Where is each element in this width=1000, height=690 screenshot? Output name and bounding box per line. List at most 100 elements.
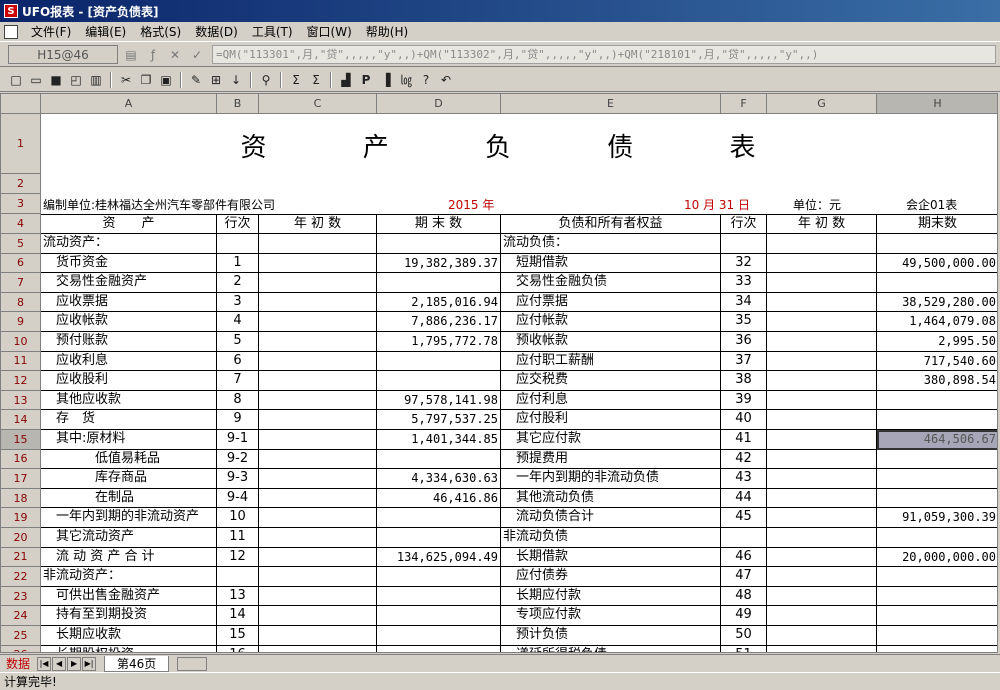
menu-tools[interactable]: 工具(T) bbox=[245, 23, 300, 40]
row-header[interactable]: 11 bbox=[1, 351, 41, 372]
table-cell[interactable]: 长期应收款 bbox=[41, 626, 217, 646]
table-cell[interactable] bbox=[377, 273, 501, 293]
table-cell[interactable]: 43 bbox=[721, 469, 767, 489]
table-cell[interactable]: 11 bbox=[217, 528, 259, 548]
table-cell[interactable]: 其中:原材料 bbox=[41, 430, 217, 450]
table-cell[interactable]: 1 bbox=[217, 253, 259, 274]
table-cell[interactable]: 流 动 资 产 合 计 bbox=[41, 547, 217, 568]
table-cell[interactable] bbox=[877, 567, 997, 587]
table-cell[interactable]: 4 bbox=[217, 312, 259, 332]
table-cell[interactable]: 9-3 bbox=[217, 469, 259, 489]
row-header[interactable]: 23 bbox=[1, 586, 41, 607]
table-cell[interactable]: 非流动负债 bbox=[501, 528, 721, 548]
table-header-cell[interactable]: 资 产 bbox=[41, 214, 217, 234]
row-header[interactable]: 18 bbox=[1, 488, 41, 509]
table-cell[interactable] bbox=[259, 626, 377, 646]
menu-format[interactable]: 格式(S) bbox=[133, 23, 188, 40]
insert-icon[interactable]: ⊞ bbox=[206, 71, 226, 89]
menu-edit[interactable]: 编辑(E) bbox=[78, 23, 133, 40]
table-cell[interactable] bbox=[377, 528, 501, 548]
table-cell[interactable]: 42 bbox=[721, 449, 767, 470]
table-cell[interactable] bbox=[767, 312, 877, 332]
log-icon[interactable]: ㏒ bbox=[396, 71, 416, 89]
formula-input[interactable]: =QM("113301",月,"贷",,,,,"y",,)+QM("113302… bbox=[212, 45, 996, 64]
menu-help[interactable]: 帮助(H) bbox=[359, 23, 415, 40]
open-folder-icon[interactable]: ▭ bbox=[26, 71, 46, 89]
row-header[interactable]: 4 bbox=[1, 214, 41, 234]
table-cell[interactable]: 44 bbox=[721, 488, 767, 509]
table-cell[interactable] bbox=[767, 469, 877, 489]
row-header[interactable]: 15 bbox=[1, 430, 41, 450]
table-cell[interactable]: 38,529,280.00 bbox=[877, 293, 997, 313]
table-cell[interactable]: 应付股利 bbox=[501, 410, 721, 430]
table-cell[interactable] bbox=[259, 273, 377, 293]
table-cell[interactable] bbox=[767, 273, 877, 293]
table-cell[interactable]: 91,059,300.39 bbox=[877, 508, 997, 528]
row-header[interactable]: 10 bbox=[1, 332, 41, 352]
table-cell[interactable]: 可供出售金融资产 bbox=[41, 586, 217, 607]
table-cell[interactable] bbox=[877, 410, 997, 430]
table-cell[interactable]: 9-2 bbox=[217, 449, 259, 470]
table-cell[interactable] bbox=[377, 351, 501, 372]
table-cell[interactable] bbox=[877, 626, 997, 646]
table-cell[interactable]: 其它应付款 bbox=[501, 430, 721, 450]
table-cell[interactable]: 41 bbox=[721, 430, 767, 450]
table-cell[interactable] bbox=[259, 508, 377, 528]
row-header[interactable]: 20 bbox=[1, 528, 41, 548]
table-cell[interactable] bbox=[877, 234, 997, 254]
bold-p-icon[interactable]: P bbox=[356, 71, 376, 89]
table-cell[interactable]: 应收票据 bbox=[41, 292, 217, 313]
table-header-cell[interactable]: 期 末 数 bbox=[377, 214, 501, 234]
table-cell[interactable]: 380,898.54 bbox=[877, 371, 997, 391]
prev-sheet-button[interactable]: ◀ bbox=[52, 656, 67, 671]
row-header[interactable]: 5 bbox=[1, 234, 41, 254]
table-cell[interactable] bbox=[767, 410, 877, 430]
table-cell[interactable]: 应付债券 bbox=[501, 567, 721, 587]
table-cell[interactable]: 预付账款 bbox=[41, 332, 217, 352]
table-header-cell[interactable]: 年 初 数 bbox=[767, 214, 877, 234]
table-cell[interactable]: 低值易耗品 bbox=[41, 449, 217, 470]
table-cell[interactable] bbox=[767, 508, 877, 528]
find-icon[interactable]: ⚲ bbox=[256, 71, 276, 89]
select-all-corner[interactable] bbox=[1, 94, 41, 114]
table-cell[interactable]: 6 bbox=[217, 351, 259, 372]
next-sheet-button[interactable]: ▶ bbox=[67, 656, 82, 671]
table-cell[interactable]: 预收帐款 bbox=[501, 332, 721, 352]
row-header[interactable]: 12 bbox=[1, 371, 41, 391]
table-cell[interactable]: 4,334,630.63 bbox=[377, 469, 501, 489]
table-cell[interactable] bbox=[767, 332, 877, 352]
table-cell[interactable] bbox=[767, 390, 877, 411]
fx-icon[interactable]: ƒ bbox=[144, 46, 162, 64]
table-cell[interactable]: 9-4 bbox=[217, 488, 259, 509]
column-header-h[interactable]: H bbox=[877, 94, 997, 114]
table-cell[interactable]: 一年内到期的非流动资产 bbox=[41, 508, 217, 528]
table-cell[interactable] bbox=[877, 489, 997, 509]
table-cell[interactable] bbox=[259, 351, 377, 372]
table-cell[interactable] bbox=[877, 391, 997, 411]
table-cell[interactable] bbox=[377, 567, 501, 587]
table-cell[interactable] bbox=[877, 587, 997, 607]
format-painter-icon[interactable]: ✎ bbox=[186, 71, 206, 89]
table-cell[interactable] bbox=[259, 371, 377, 391]
table-cell[interactable]: 16 bbox=[217, 645, 259, 652]
table-cell[interactable] bbox=[377, 626, 501, 646]
table-header-cell[interactable]: 年 初 数 bbox=[259, 214, 377, 234]
table-cell[interactable]: 应付票据 bbox=[501, 292, 721, 313]
horizontal-scrollbar[interactable] bbox=[177, 656, 208, 671]
table-cell[interactable]: 一年内到期的非流动负债 bbox=[501, 469, 721, 489]
last-sheet-button[interactable]: ▶| bbox=[82, 656, 97, 671]
column-header-e[interactable]: E bbox=[501, 94, 721, 114]
table-cell[interactable] bbox=[767, 547, 877, 568]
table-cell[interactable]: 其它流动资产 bbox=[41, 528, 217, 548]
cut-icon[interactable]: ✂ bbox=[116, 71, 136, 89]
table-cell[interactable]: 2,185,016.94 bbox=[377, 292, 501, 313]
table-cell[interactable] bbox=[877, 606, 997, 626]
table-cell[interactable]: 流动资产： bbox=[41, 234, 217, 254]
paste-icon[interactable]: ▣ bbox=[156, 71, 176, 89]
table-cell[interactable]: 45 bbox=[721, 508, 767, 528]
table-cell[interactable]: 7 bbox=[217, 371, 259, 391]
table-cell[interactable]: 应收股利 bbox=[41, 371, 217, 391]
table-cell[interactable]: 49 bbox=[721, 606, 767, 626]
table-cell[interactable] bbox=[767, 253, 877, 274]
table-cell[interactable]: 15 bbox=[217, 626, 259, 646]
